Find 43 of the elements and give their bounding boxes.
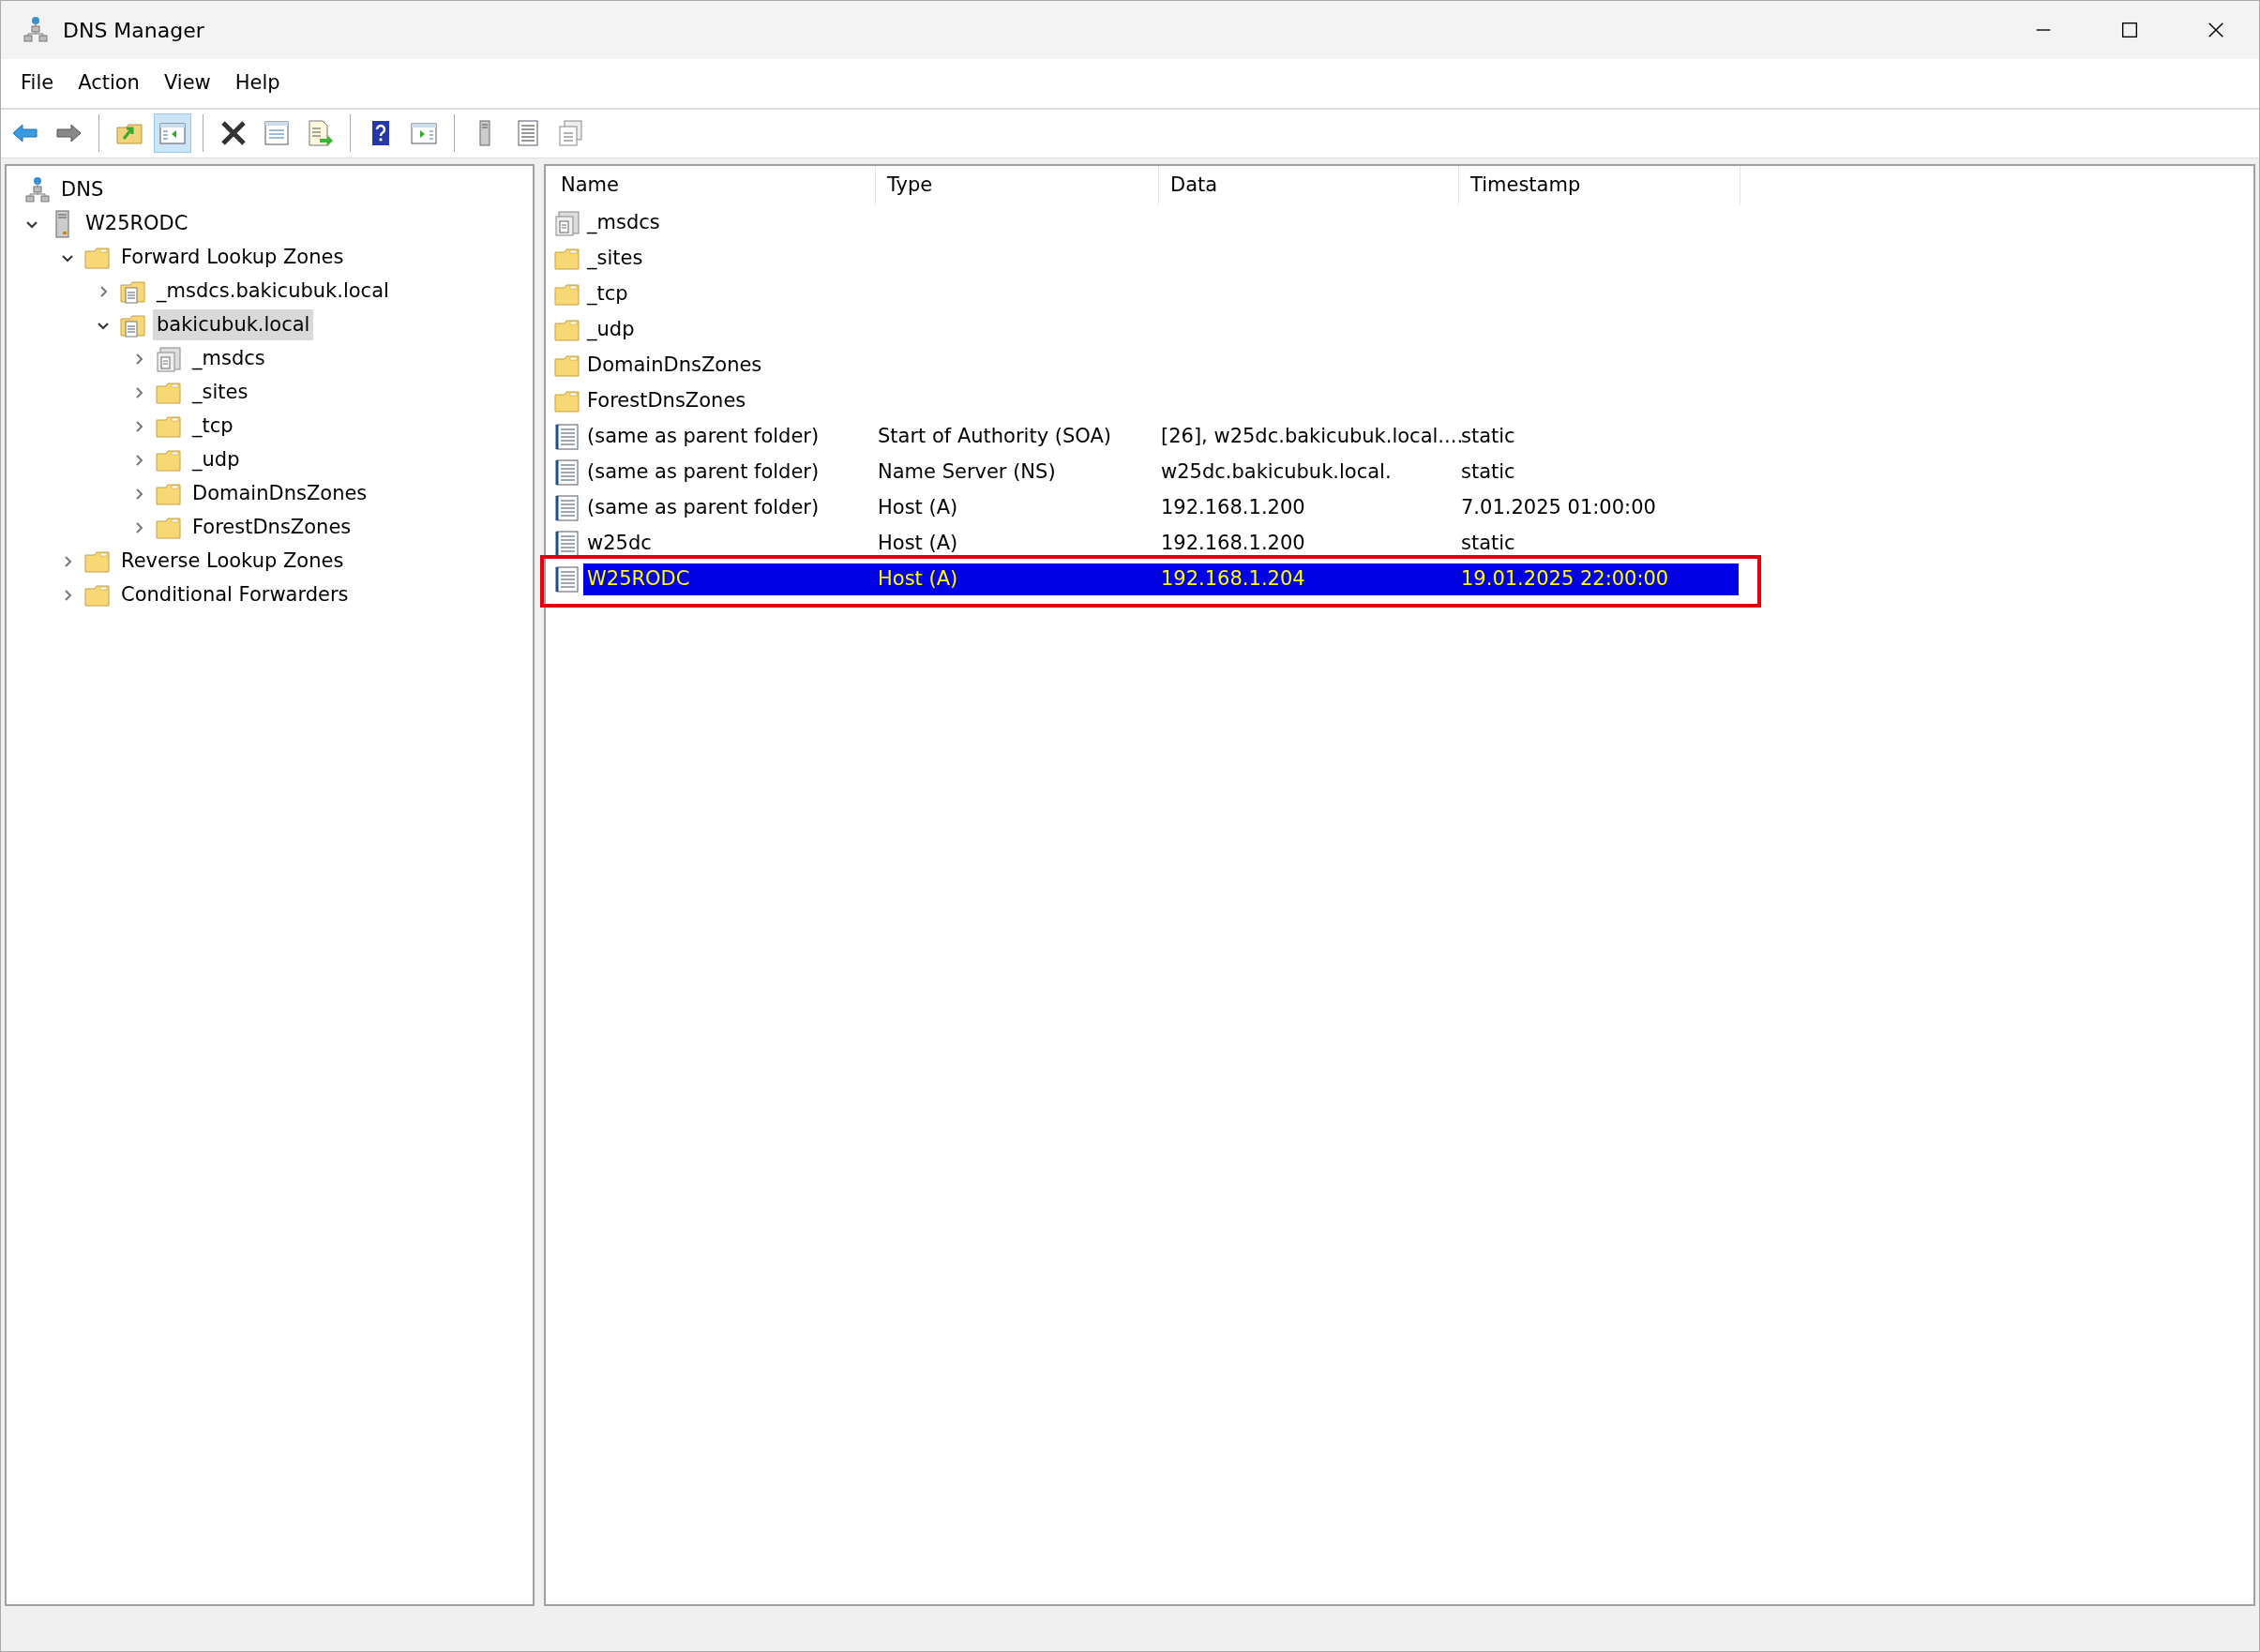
properties-icon (262, 118, 292, 148)
record-icon (553, 422, 581, 451)
window-title: DNS Manager (63, 17, 204, 44)
list-row[interactable]: _tcp (583, 278, 1739, 310)
list-row[interactable]: W25RODC Host (A) 192.168.1.204 19.01.2025 22:00:00 (583, 563, 1739, 595)
tree-item[interactable]: _msdcs (188, 342, 269, 375)
list-row[interactable]: (same as parent folder) Name Server (NS) w25dc.bakicubuk.local. static (583, 456, 1739, 488)
tree-item[interactable]: DNS (57, 173, 108, 206)
tree-item[interactable]: _tcp (188, 410, 237, 443)
list-row[interactable]: (same as parent folder) Host (A) 192.168.1.200 7.01.2025 01:00:00 (583, 491, 1739, 524)
menu-item[interactable]: Action (66, 65, 152, 102)
tree-item[interactable]: _udp (188, 443, 244, 476)
document-folder-icon (553, 208, 581, 237)
menu-item[interactable]: File (8, 65, 67, 102)
tree-item[interactable]: _sites (188, 376, 252, 409)
list-row[interactable]: _sites (583, 242, 1739, 275)
tree-item[interactable]: Forward Lookup Zones (117, 241, 348, 274)
tree-item[interactable]: W25RODC (82, 207, 192, 240)
network-icon (23, 175, 52, 204)
column-header[interactable]: Timestamp (1459, 165, 1740, 205)
list-row[interactable]: ForestDnsZones (583, 384, 1739, 417)
list-row[interactable]: _udp (583, 313, 1739, 346)
tree-item[interactable]: Conditional Forwarders (117, 578, 353, 611)
record-icon (553, 529, 581, 558)
menu-item[interactable]: View (151, 65, 223, 102)
record-icon (553, 458, 581, 487)
tree-item[interactable]: Reverse Lookup Zones (117, 545, 348, 578)
record-icon (553, 564, 581, 593)
network-icon (22, 16, 50, 45)
tree-item[interactable]: ForestDnsZones (188, 511, 355, 544)
list-row[interactable]: _msdcs (583, 206, 1739, 239)
list-row[interactable]: DomainDnsZones (583, 349, 1739, 382)
menu-item[interactable]: Help (222, 65, 293, 102)
column-header[interactable]: Name (546, 165, 876, 205)
column-header[interactable]: Data (1159, 165, 1459, 205)
tree-item[interactable]: _msdcs.bakicubuk.local (153, 275, 393, 308)
list-row[interactable]: w25dc Host (A) 192.168.1.200 static (583, 527, 1739, 560)
tree-item[interactable]: bakicubuk.local (153, 308, 314, 341)
list-row[interactable]: (same as parent folder) Start of Authority (SOA) [26], w25dc.bakicubuk.local....static (583, 420, 1739, 453)
tree-item[interactable]: DomainDnsZones (188, 477, 371, 510)
column-header[interactable]: Type (876, 165, 1159, 205)
record-icon (553, 493, 581, 522)
document-folder-icon (155, 344, 183, 373)
